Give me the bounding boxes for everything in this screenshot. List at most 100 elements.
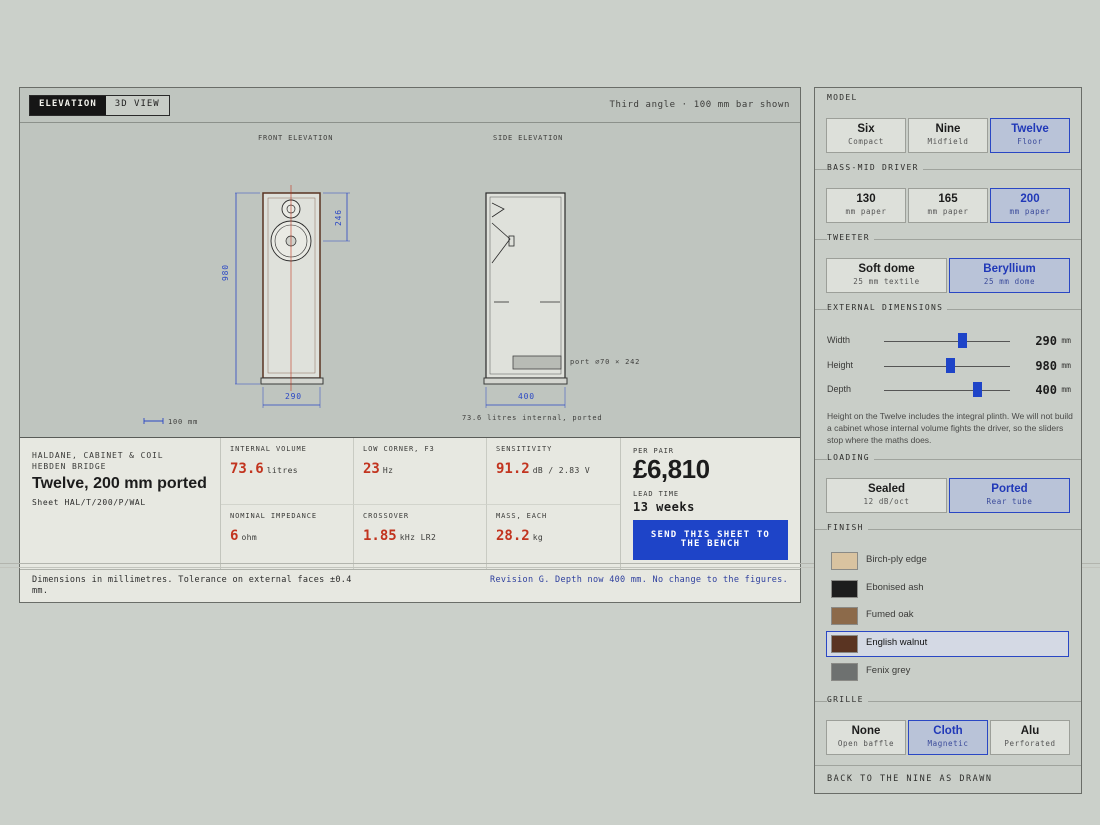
option-sub: Magnetic bbox=[927, 739, 969, 748]
slider-handle[interactable] bbox=[958, 333, 968, 348]
option-label: Six bbox=[857, 123, 875, 135]
loading-option-sealed[interactable]: Sealed 12 dB/oct bbox=[826, 478, 947, 513]
option-label: 130 bbox=[856, 193, 876, 205]
option-sub: Midfield bbox=[927, 137, 969, 146]
view-tabs: ELEVATION 3D VIEW bbox=[29, 95, 170, 116]
swatch-fumed-oak bbox=[831, 607, 858, 625]
finish-option-fumed-oak[interactable]: Fumed oak bbox=[827, 604, 1069, 628]
model-option-twelve[interactable]: Twelve Floor bbox=[990, 118, 1070, 153]
spec-label: CROSSOVER bbox=[363, 512, 410, 520]
maker-name: HALDANE, CABINET & COIL bbox=[32, 451, 164, 460]
divider bbox=[815, 765, 1081, 766]
tweeter-option-soft-dome[interactable]: Soft dome 25 mm textile bbox=[826, 258, 947, 293]
scale-bar-label: 100 mm bbox=[168, 418, 199, 426]
finish-name: English walnut bbox=[866, 637, 928, 648]
finish-option-fenix-grey[interactable]: Fenix grey bbox=[827, 660, 1069, 684]
section-title-finish: FINISH bbox=[827, 523, 868, 532]
finish-option-english-walnut[interactable]: English walnut bbox=[826, 631, 1069, 657]
model-option-nine[interactable]: Nine Midfield bbox=[908, 118, 988, 153]
option-label: None bbox=[851, 725, 881, 737]
width-slider: Width 290 mm bbox=[827, 333, 1071, 349]
finish-name: Fenix grey bbox=[866, 665, 911, 676]
spec-value: 6 bbox=[230, 528, 239, 544]
slider-track[interactable] bbox=[884, 390, 1010, 391]
spec-unit: dB / 2.83 V bbox=[532, 466, 591, 475]
lead-time-label: LEAD TIME bbox=[633, 490, 680, 498]
dim-height-label: 980 bbox=[221, 264, 230, 281]
option-sub: Open baffle bbox=[837, 739, 895, 748]
section-title-driver: BASS-MID DRIVER bbox=[827, 163, 923, 172]
volume-note: 73.6 litres internal, ported bbox=[462, 414, 603, 422]
grille-option-cloth[interactable]: Cloth Magnetic bbox=[908, 720, 988, 755]
tab-3d-view[interactable]: 3D VIEW bbox=[105, 96, 169, 115]
tweeter-option-beryllium[interactable]: Beryllium 25 mm dome bbox=[949, 258, 1070, 293]
spec-grid: INTERNAL VOLUME 73.6 litres LOW CORNER, F… bbox=[220, 438, 620, 570]
spec-value: 91.2 bbox=[496, 461, 530, 477]
slider-value: 400 bbox=[1035, 383, 1057, 397]
slider-value: 980 bbox=[1035, 359, 1057, 373]
spec-internal-volume: INTERNAL VOLUME 73.6 litres bbox=[221, 438, 354, 504]
send-to-bench-button[interactable]: SEND THIS SHEET TO THE BENCH bbox=[633, 520, 788, 560]
swatch-fenix-grey bbox=[831, 663, 858, 681]
option-label: Twelve bbox=[1011, 123, 1049, 135]
side-elevation-label: SIDE ELEVATION bbox=[493, 134, 564, 142]
option-sub: Floor bbox=[1017, 137, 1043, 146]
slider-label: Width bbox=[827, 335, 851, 345]
slider-unit: mm bbox=[1061, 385, 1071, 394]
spec-nominal-impedance: NOMINAL IMPEDANCE 6 ohm bbox=[221, 504, 354, 570]
driver-option-200[interactable]: 200 mm paper bbox=[990, 188, 1070, 223]
sheet-number: Sheet HAL/T/200/P/WAL bbox=[32, 498, 146, 507]
option-label: 165 bbox=[938, 193, 958, 205]
dimensions-note: Height on the Twelve includes the integr… bbox=[827, 411, 1073, 445]
slider-track[interactable] bbox=[884, 341, 1010, 342]
configurator-panel: MODEL Six Compact Nine Midfield Twelve F… bbox=[814, 87, 1082, 794]
slider-label: Depth bbox=[827, 384, 852, 394]
front-elevation bbox=[235, 185, 350, 408]
swatch-ebonised-ash bbox=[831, 580, 858, 598]
model-option-six[interactable]: Six Compact bbox=[826, 118, 906, 153]
elevation-drawing: FRONT ELEVATION SIDE ELEVATION 980 290 2… bbox=[20, 123, 800, 437]
spec-label: LOW CORNER, F3 bbox=[363, 445, 435, 453]
finish-option-ebonised-ash[interactable]: Ebonised ash bbox=[827, 577, 1069, 601]
spec-label: MASS, EACH bbox=[496, 512, 548, 520]
option-label: Cloth bbox=[933, 725, 963, 737]
sheet-footer: Dimensions in millimetres. Tolerance on … bbox=[20, 569, 800, 602]
section-title-model: MODEL bbox=[827, 93, 862, 102]
price-block: PER PAIR £6,810 LEAD TIME 13 weeks SEND … bbox=[620, 438, 800, 570]
finish-name: Fumed oak bbox=[866, 609, 914, 620]
tab-elevation[interactable]: ELEVATION bbox=[30, 96, 106, 115]
slider-handle[interactable] bbox=[973, 382, 983, 397]
option-sub: Perforated bbox=[1004, 739, 1056, 748]
model-title: Twelve, 200 mm ported bbox=[32, 475, 207, 492]
dim-width-label: 290 bbox=[285, 392, 302, 401]
projection-note: Third angle · 100 mm bar shown bbox=[609, 100, 790, 110]
section-title-dimensions: EXTERNAL DIMENSIONS bbox=[827, 303, 948, 312]
finish-option-birch-ply[interactable]: Birch-ply edge bbox=[827, 549, 1069, 573]
option-label: Alu bbox=[1020, 725, 1040, 737]
spec-label: NOMINAL IMPEDANCE bbox=[230, 512, 317, 520]
option-sub: Compact bbox=[848, 137, 884, 146]
slider-handle[interactable] bbox=[945, 358, 955, 373]
dim-driver-label: 246 bbox=[334, 209, 343, 226]
front-elevation-label: FRONT ELEVATION bbox=[258, 134, 334, 142]
grille-option-none[interactable]: None Open baffle bbox=[826, 720, 906, 755]
depth-slider: Depth 400 mm bbox=[827, 382, 1071, 398]
spec-low-corner: LOW CORNER, F3 23 Hz bbox=[354, 438, 487, 504]
section-title-tweeter: TWEETER bbox=[827, 233, 874, 242]
spec-unit: kg bbox=[532, 533, 544, 542]
section-title-grille: GRILLE bbox=[827, 695, 868, 704]
slider-label: Height bbox=[827, 360, 854, 370]
spec-unit: kHz LR2 bbox=[399, 533, 437, 542]
loading-option-ported[interactable]: Ported Rear tube bbox=[949, 478, 1070, 513]
swatch-birch-ply bbox=[831, 552, 858, 570]
spec-value: 23 bbox=[363, 461, 380, 477]
spec-unit: Hz bbox=[382, 466, 394, 475]
product-identity: HALDANE, CABINET & COIL HEBDEN BRIDGE Tw… bbox=[32, 450, 220, 507]
back-to-nine-link[interactable]: BACK TO THE NINE AS DRAWN bbox=[827, 774, 992, 784]
driver-option-165[interactable]: 165 mm paper bbox=[908, 188, 988, 223]
port-note: port ⌀70 × 242 bbox=[570, 358, 641, 366]
spec-label: SENSITIVITY bbox=[496, 445, 553, 453]
driver-option-130[interactable]: 130 mm paper bbox=[826, 188, 906, 223]
grille-option-alu[interactable]: Alu Perforated bbox=[990, 720, 1070, 755]
option-label: Soft dome bbox=[858, 263, 915, 275]
